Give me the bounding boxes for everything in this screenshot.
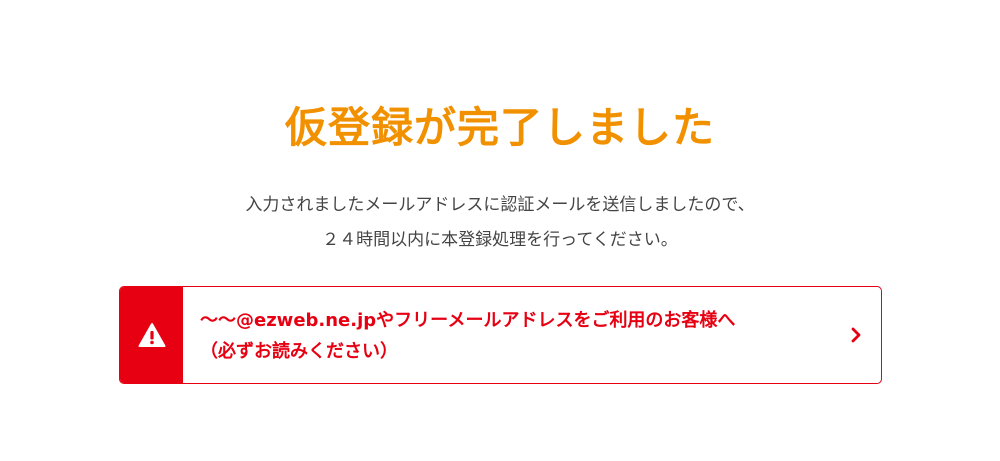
description-line-2: ２４時間以内に本登録処理を行ってください。 [322,230,678,250]
notice-icon-box [120,287,183,383]
free-mail-notice-link[interactable]: ～～@ezweb.ne.jpやフリーメールアドレスをご利用のお客様へ （必ずお読… [119,286,882,384]
page-title: 仮登録が完了しました [284,103,715,152]
notice-arrow[interactable] [831,287,881,383]
description-line-1: 入力されましたメールアドレスに認証メールを送信しましたので、 [245,195,755,215]
description: 入力されましたメールアドレスに認証メールを送信しましたので、 ２４時間以内に本登… [0,188,1000,258]
warning-icon [138,323,165,347]
notice-line-2[interactable]: （必ずお読みください） [200,336,831,367]
notice-line-1[interactable]: ～～@ezweb.ne.jpやフリーメールアドレスをご利用のお客様へ [200,305,831,336]
chevron-right-icon [851,327,861,343]
notice-text[interactable]: ～～@ezweb.ne.jpやフリーメールアドレスをご利用のお客様へ （必ずお読… [183,287,831,383]
